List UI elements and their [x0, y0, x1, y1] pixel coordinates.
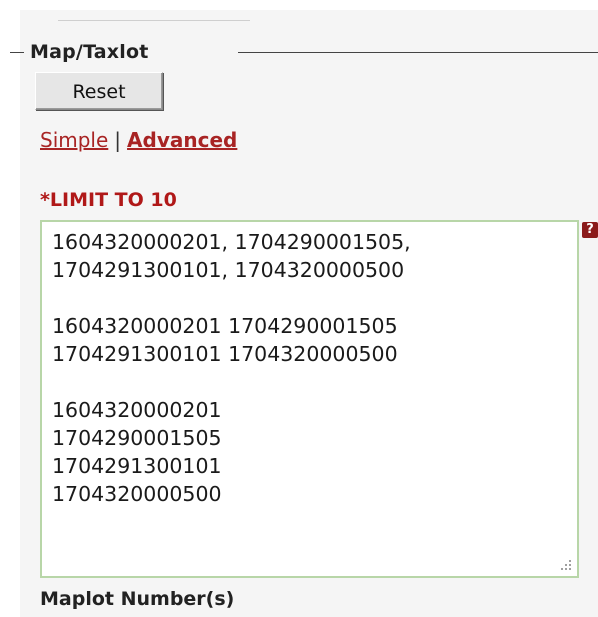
textarea-line: 1704291300101, 1704320000500 — [52, 258, 405, 282]
textarea-line: 1704291300101 1704320000500 — [52, 342, 398, 366]
limit-label: *LIMIT TO 10 — [40, 189, 177, 211]
textarea-line — [52, 368, 567, 396]
fieldset-legend: Map/Taxlot — [10, 38, 598, 66]
simple-mode-link[interactable]: Simple — [40, 128, 108, 152]
textarea-line: 1604320000201, 1704290001505, — [52, 230, 411, 254]
top-strip — [0, 0, 598, 10]
textarea-line: 1704320000500 — [52, 482, 222, 506]
section-title: Map/Taxlot — [30, 41, 149, 63]
resize-grip-icon[interactable] — [559, 558, 573, 572]
reset-button[interactable]: Reset — [35, 72, 163, 110]
textarea-line: 1604320000201 — [52, 398, 222, 422]
textarea-line: 1704290001505 — [52, 426, 222, 450]
page: Map/Taxlot Reset Simple | Advanced *LIMIT … — [0, 0, 598, 617]
legend-line-right — [238, 52, 598, 53]
help-icon[interactable]: ? — [582, 222, 598, 238]
search-mode-switch: Simple | Advanced — [40, 124, 237, 156]
maplot-numbers-textarea[interactable]: 1604320000201, 1704290001505, 1704291300… — [40, 220, 579, 578]
maplot-number-label: Maplot Number(s) — [40, 588, 235, 610]
textarea-line — [52, 284, 567, 312]
advanced-mode-link[interactable]: Advanced — [127, 128, 237, 152]
legend-line-left — [10, 52, 24, 53]
legend-top-border — [58, 20, 250, 21]
left-gutter — [0, 0, 20, 617]
mode-separator: | — [114, 128, 122, 152]
textarea-line: 1604320000201 1704290001505 — [52, 314, 398, 338]
textarea-line: 1704291300101 — [52, 454, 222, 478]
